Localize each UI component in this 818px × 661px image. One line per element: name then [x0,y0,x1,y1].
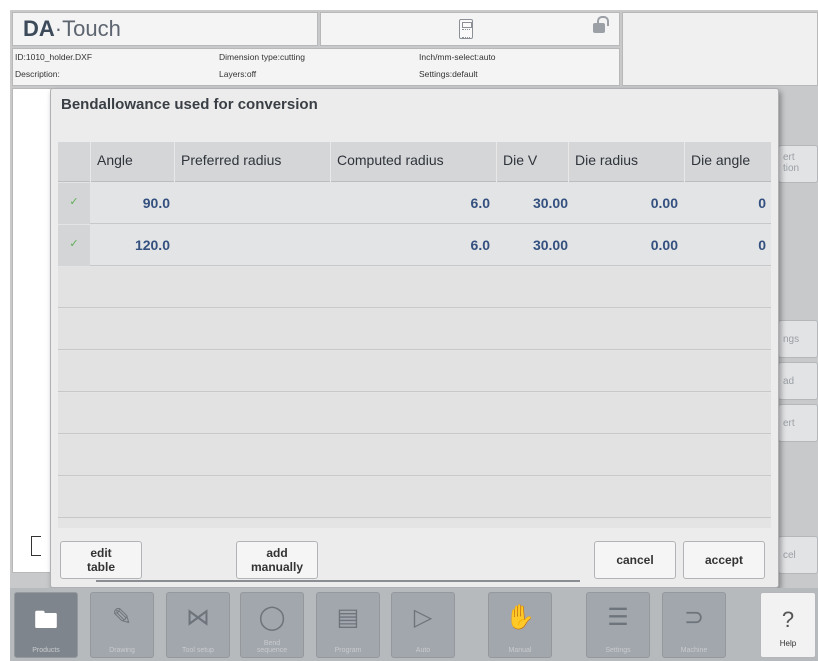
cancel-side-button[interactable]: cel [778,536,818,574]
settings-value: Settings:default [419,69,478,79]
cell-die-v: 30.00 [532,237,568,253]
app-logo: DA·Touch [12,12,318,46]
dialog-title: Bendallowance used for conversion [61,96,318,113]
nav-drawing[interactable]: ✎ Drawing [90,592,154,658]
cell-computed-radius: 6.0 [470,237,490,253]
cell-preferred-radius [174,225,324,266]
calculator-icon[interactable] [459,19,473,39]
settings-side-button[interactable]: ngs [778,320,818,358]
check-icon[interactable]: ✓ [58,183,90,224]
select-column-header [58,142,90,182]
lock-icon[interactable] [593,16,609,33]
cell-preferred-radius [174,183,324,224]
bendallowance-table: Angle Preferred radius Computed radius D… [58,142,771,582]
cell-die-angle: 0 [758,195,766,211]
nav-manual[interactable]: ✋ Manual [488,592,552,658]
edit-table-button[interactable]: edit table [60,541,142,579]
empty-row [58,351,771,392]
dimension-type: Dimension type:cutting [219,52,305,62]
view-selector-icon[interactable] [31,536,41,556]
convert-button[interactable]: ert [778,404,818,442]
horizontal-scrollbar[interactable] [96,580,580,582]
bendallowance-dialog: Bendallowance used for conversion Angle … [50,88,779,588]
product-description: Description: [15,69,60,79]
cell-angle: 90.0 [142,195,170,211]
machine-icon: ⊃ [683,604,705,631]
hand-icon: ✋ [505,604,535,631]
nav-program[interactable]: ▤ Program [316,592,380,658]
nav-settings[interactable]: ☰ Settings [586,592,650,658]
accept-button[interactable]: accept [683,541,765,579]
table-header: Angle Preferred radius Computed radius D… [58,142,771,182]
help-icon: ? [781,607,795,632]
layers-setting: Layers:off [219,69,257,79]
empty-row [58,393,771,434]
cell-die-radius: 0.00 [650,195,678,211]
play-icon: ▷ [413,604,433,631]
table-row[interactable]: ✓ 120.0 6.0 30.00 0.00 0 [58,225,771,266]
column-header-die-angle: Die angle [684,142,771,182]
column-header-computed-radius: Computed radius [330,142,496,182]
settings-icon: ☰ [607,604,629,631]
check-icon[interactable]: ✓ [58,225,90,266]
nav-tool-setup[interactable]: ⋈ Tool setup [166,592,230,658]
empty-row [58,477,771,518]
nav-products[interactable]: 🖿 Products [14,592,78,658]
product-info-bar: ID:1010_holder.DXF Description: Dimensio… [12,48,620,86]
nav-auto[interactable]: ▷ Auto [391,592,455,658]
column-header-preferred-radius: Preferred radius [174,142,330,182]
cell-die-v: 30.00 [532,195,568,211]
insert-section-button[interactable]: ert tion [778,145,818,183]
column-header-die-radius: Die radius [568,142,684,182]
add-manually-button[interactable]: add manually [236,541,318,579]
help-button[interactable]: ? Help [760,592,816,658]
drawing-view [12,88,52,573]
tool-setup-icon: ⋈ [186,604,210,631]
column-header-angle: Angle [90,142,174,182]
load-button[interactable]: ad [778,362,818,400]
folder-icon: 🖿 [34,607,58,634]
cell-computed-radius: 6.0 [470,195,490,211]
cell-die-radius: 0.00 [650,237,678,253]
cell-die-angle: 0 [758,237,766,253]
empty-row [58,267,771,308]
product-id: ID:1010_holder.DXF [15,52,93,62]
bend-sequence-icon: ◯ [258,604,286,631]
cell-angle: 120.0 [134,237,170,253]
table-row[interactable]: ✓ 90.0 6.0 30.00 0.00 0 [58,183,771,224]
inch-mm-select: Inch/mm-select:auto [419,52,496,62]
empty-row [58,435,771,476]
nav-bend-sequence[interactable]: ◯ Bend sequence [240,592,304,658]
header-tools [320,12,620,46]
nav-machine[interactable]: ⊃ Machine [662,592,726,658]
empty-row [58,309,771,350]
header-right-panel [622,12,818,86]
column-header-die-v: Die V [496,142,568,182]
program-icon: ▤ [336,604,360,631]
drawing-icon: ✎ [111,604,133,631]
cancel-button[interactable]: cancel [594,541,676,579]
